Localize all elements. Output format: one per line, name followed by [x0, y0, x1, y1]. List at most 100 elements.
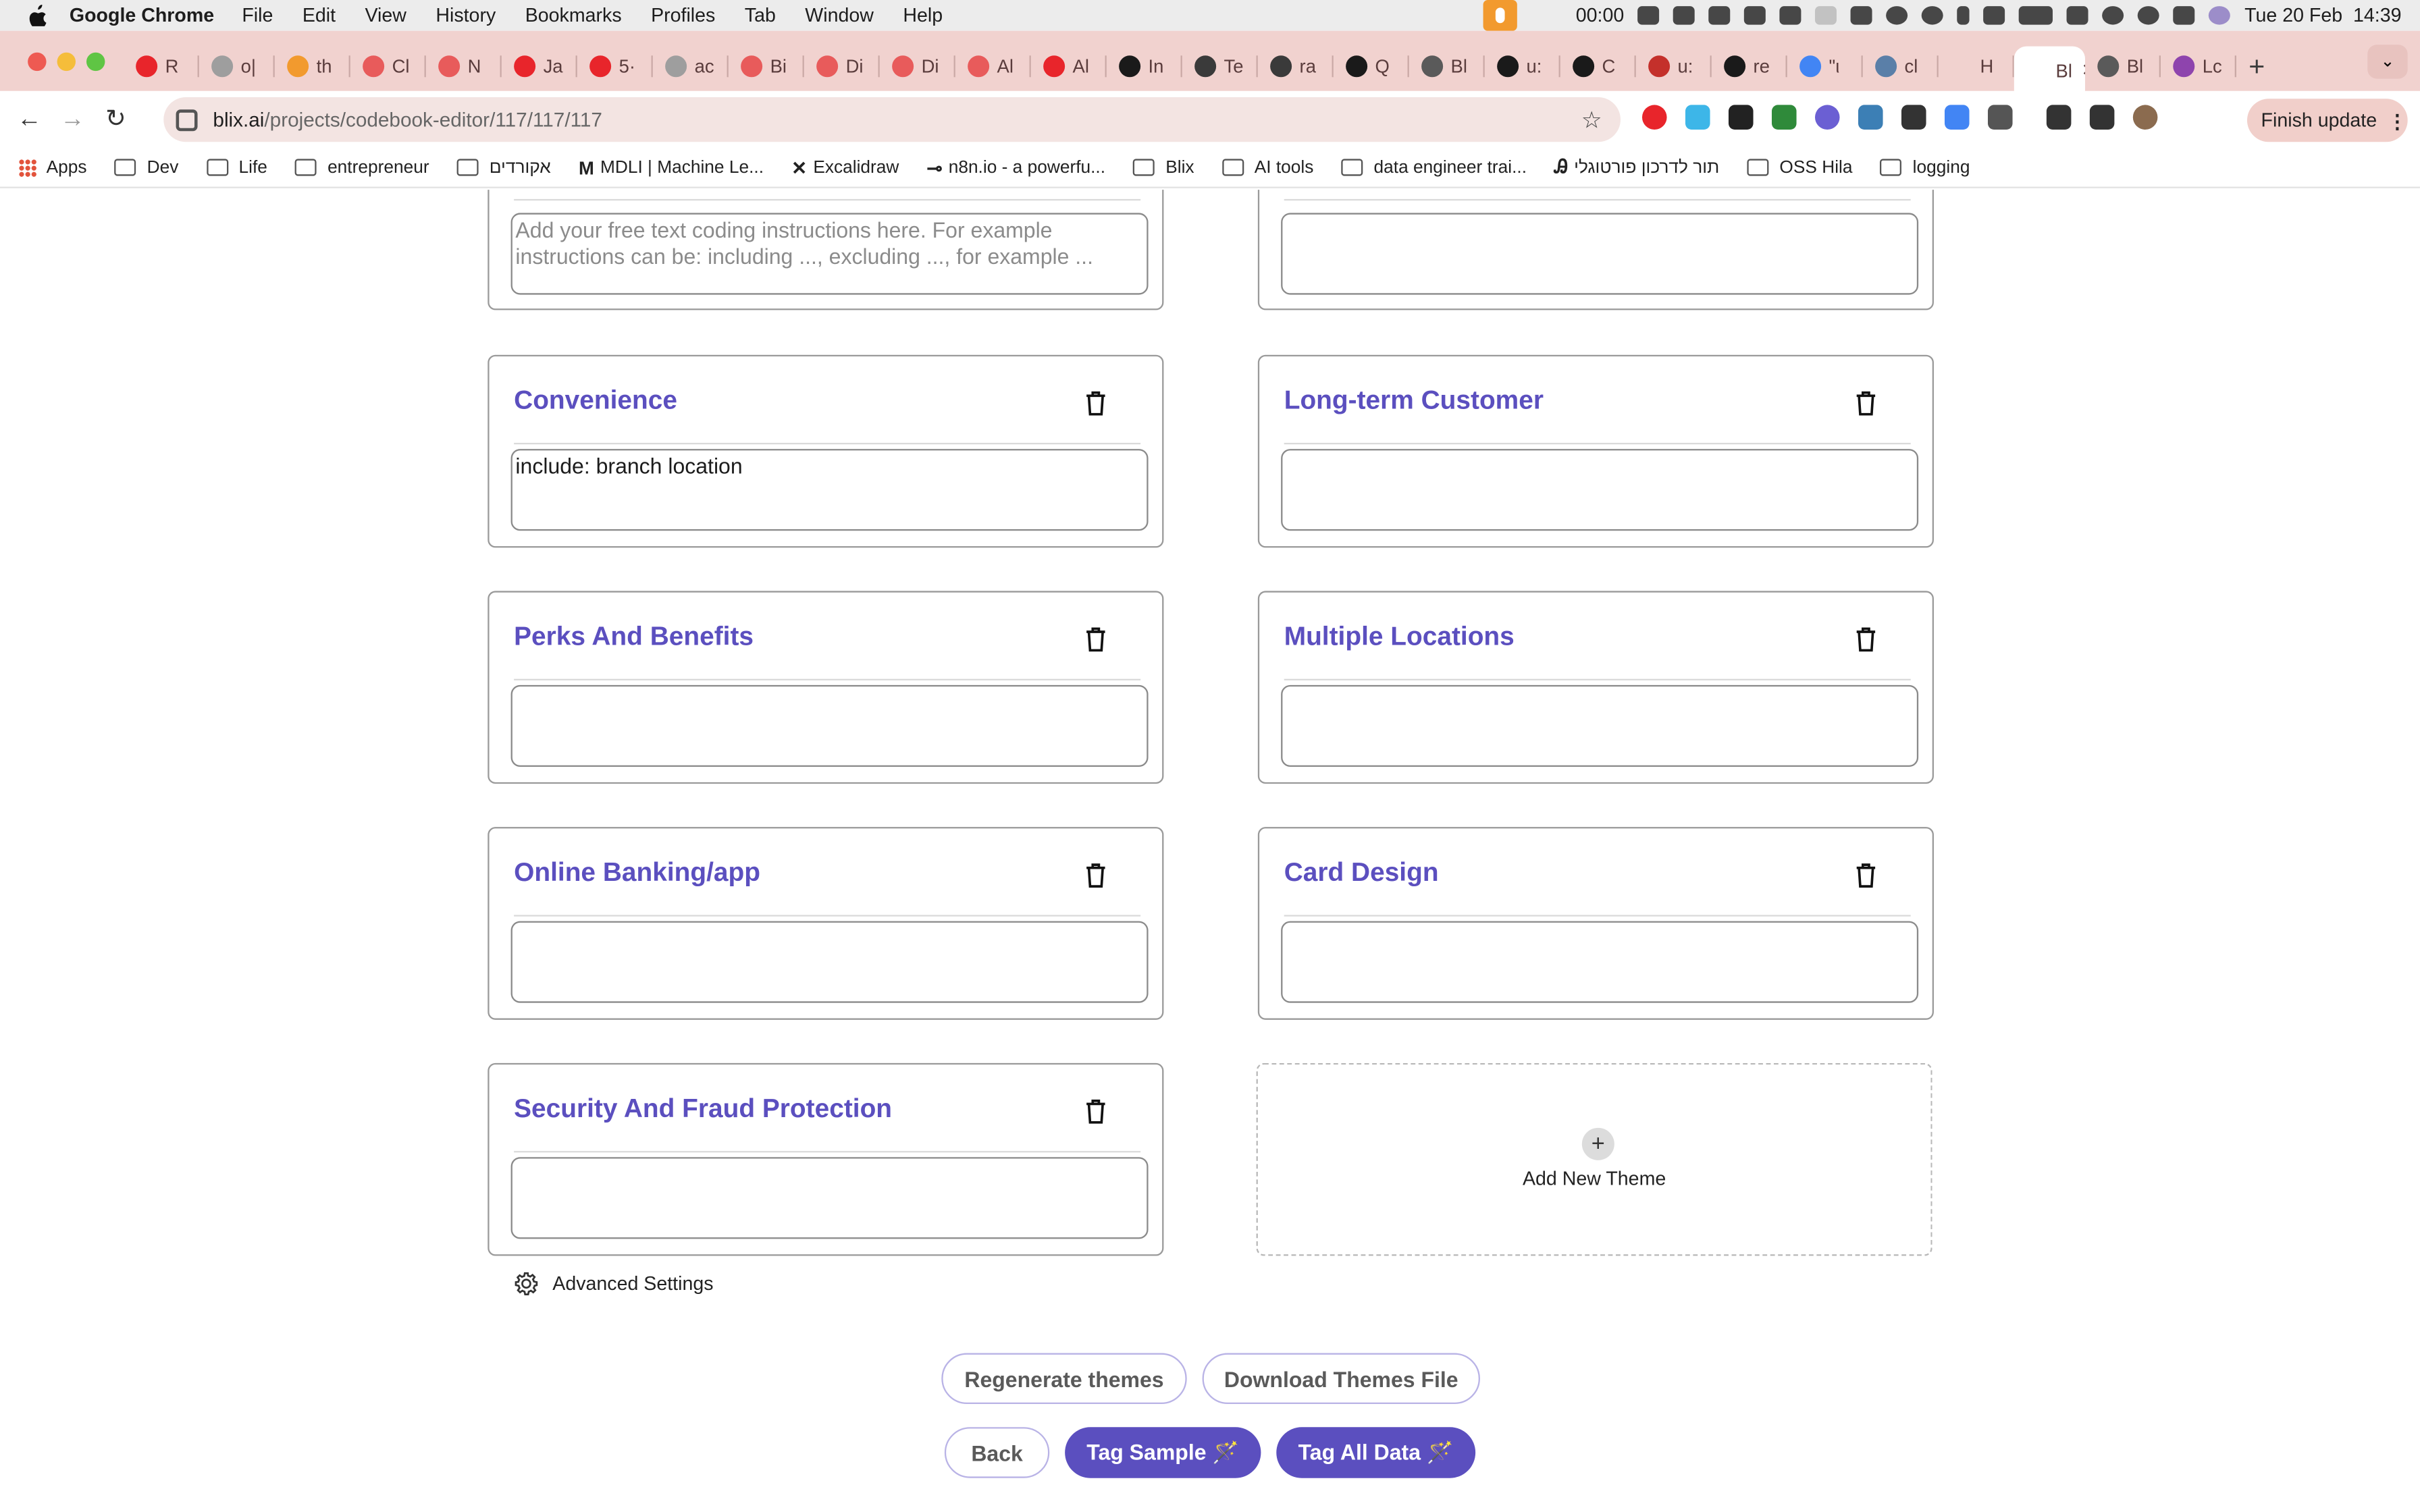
- browser-tab[interactable]: Cl: [350, 47, 426, 86]
- battery-icon[interactable]: [2019, 6, 2053, 25]
- browser-tab[interactable]: N: [426, 47, 502, 86]
- bookmark-item[interactable]: OSS Hila: [1747, 158, 1853, 177]
- finish-update-button[interactable]: Finish update ⋮: [2246, 99, 2408, 142]
- notion-icon[interactable]: [1673, 6, 1695, 25]
- menu-datetime[interactable]: Tue 20 Feb 14:39: [2244, 5, 2401, 26]
- sidebar-icon[interactable]: [1744, 6, 1766, 25]
- download-icon[interactable]: [2046, 105, 2072, 130]
- browser-tab[interactable]: Bl: [2085, 47, 2161, 86]
- opera-icon[interactable]: [1641, 105, 1667, 130]
- browser-tab[interactable]: Lc: [2161, 47, 2236, 86]
- bookmark-item[interactable]: ✕ Excalidraw: [791, 157, 899, 178]
- bookmark-item[interactable]: M MDLI | Machine Le...: [579, 157, 764, 178]
- bookmark-item[interactable]: AI tools: [1221, 158, 1313, 177]
- bookmark-item[interactable]: Ꭿ תור לדרכון פורטוגלי: [1554, 156, 1719, 179]
- kebab-menu-icon[interactable]: ⋮: [2388, 109, 2407, 132]
- theme-title[interactable]: Convenience: [514, 385, 677, 416]
- menu-view[interactable]: View: [365, 5, 406, 26]
- add-new-theme-button[interactable]: + Add New Theme: [1256, 1062, 1932, 1256]
- browser-tab[interactable]: th: [275, 47, 350, 86]
- bookmark-item[interactable]: Blix: [1133, 158, 1194, 177]
- browser-tab[interactable]: Te: [1182, 47, 1258, 86]
- trash-icon[interactable]: [1085, 390, 1107, 416]
- menu-file[interactable]: File: [242, 5, 273, 26]
- bookmark-item[interactable]: ⊸ n8n.io - a powerfu...: [927, 157, 1105, 178]
- address-bar[interactable]: blix.ai/projects/codebook-editor/117/117…: [163, 97, 1621, 142]
- status-icon[interactable]: [1708, 6, 1731, 25]
- extension-icon[interactable]: [1771, 105, 1797, 130]
- user-icon[interactable]: [2102, 6, 2124, 25]
- browser-tab[interactable]: Bi: [729, 47, 804, 86]
- menu-window[interactable]: Window: [805, 5, 874, 26]
- theme-title[interactable]: Perks And Benefits: [514, 622, 754, 653]
- trash-icon[interactable]: [1085, 863, 1107, 889]
- instructions-textarea[interactable]: [1281, 213, 1919, 295]
- browser-tab[interactable]: ra: [1258, 47, 1334, 86]
- bookmark-item[interactable]: logging: [1880, 158, 1970, 177]
- advanced-settings-toggle[interactable]: Advanced Settings: [512, 1270, 714, 1297]
- browser-tab[interactable]: H: [1939, 47, 2014, 86]
- extension-icon[interactable]: [1685, 105, 1710, 130]
- bookmark-star-icon[interactable]: ☆: [1581, 107, 1602, 134]
- bookmark-item[interactable]: Dev: [114, 158, 178, 177]
- close-window-button[interactable]: [28, 52, 47, 72]
- react-icon[interactable]: [1858, 105, 1883, 130]
- menu-tab[interactable]: Tab: [745, 5, 776, 26]
- instructions-textarea[interactable]: Add your free text coding instructions h…: [510, 213, 1149, 295]
- trash-icon[interactable]: [1855, 626, 1876, 653]
- forward-arrow-icon[interactable]: →: [59, 106, 86, 134]
- play-icon[interactable]: [1922, 6, 1944, 25]
- bluetooth-icon[interactable]: [1957, 6, 1970, 25]
- download-themes-file-button[interactable]: Download Themes File: [1202, 1353, 1480, 1404]
- tag-all-data-button[interactable]: Tag All Data 🪄: [1276, 1427, 1476, 1478]
- browser-tab-active[interactable]: Bl✕: [2014, 46, 2085, 94]
- browser-tab[interactable]: Di: [804, 47, 880, 86]
- minimize-window-button[interactable]: [57, 52, 76, 72]
- notion-icon[interactable]: [1728, 105, 1754, 130]
- wifi-icon[interactable]: [2067, 6, 2089, 25]
- bookmark-item[interactable]: Apps: [18, 158, 86, 177]
- side-panel-icon[interactable]: [2089, 105, 2115, 130]
- browser-tab[interactable]: In: [1107, 47, 1182, 86]
- trash-icon[interactable]: [1855, 390, 1876, 416]
- browser-tab[interactable]: u:: [1636, 47, 1712, 86]
- apple-icon[interactable]: [26, 4, 48, 26]
- browser-tab[interactable]: Di: [880, 47, 955, 86]
- browser-tab[interactable]: R: [124, 47, 199, 86]
- accessibility-icon[interactable]: [1886, 6, 1908, 25]
- extension-icon[interactable]: [1901, 105, 1926, 130]
- weather-icon[interactable]: [1780, 6, 1802, 25]
- browser-tab[interactable]: C: [1560, 47, 1636, 86]
- tab-search-button[interactable]: ⌄: [2367, 45, 2408, 79]
- control-center-icon[interactable]: [2173, 6, 2195, 25]
- menu-app-name[interactable]: Google Chrome: [70, 5, 214, 26]
- menu-profiles[interactable]: Profiles: [651, 5, 715, 26]
- trash-icon[interactable]: [1085, 626, 1107, 653]
- tag-sample-button[interactable]: Tag Sample 🪄: [1065, 1427, 1261, 1478]
- browser-tab[interactable]: Ja: [502, 47, 577, 86]
- back-button[interactable]: Back: [944, 1427, 1050, 1478]
- regenerate-themes-button[interactable]: Regenerate themes: [941, 1353, 1187, 1404]
- browser-tab[interactable]: 5·: [577, 47, 653, 86]
- profile-avatar[interactable]: [2132, 105, 2158, 130]
- maximize-window-button[interactable]: [86, 52, 105, 72]
- address-url[interactable]: blix.ai/projects/codebook-editor/117/117…: [213, 108, 602, 131]
- search-icon[interactable]: [2138, 6, 2160, 25]
- instructions-textarea[interactable]: [1281, 921, 1919, 1003]
- browser-tab[interactable]: Al: [955, 47, 1031, 86]
- instructions-textarea[interactable]: include: branch location: [510, 449, 1149, 531]
- menu-help[interactable]: Help: [903, 5, 943, 26]
- reload-icon[interactable]: ↻: [102, 106, 130, 134]
- theme-title[interactable]: Multiple Locations: [1284, 622, 1515, 653]
- glasses-icon[interactable]: [1851, 6, 1873, 25]
- bookmark-item[interactable]: data engineer trai...: [1341, 158, 1527, 177]
- back-arrow-icon[interactable]: ←: [16, 106, 43, 134]
- browser-tab[interactable]: cl: [1863, 47, 1939, 86]
- menu-edit[interactable]: Edit: [302, 5, 336, 26]
- extension-icon[interactable]: [1814, 105, 1840, 130]
- browser-tab[interactable]: Bl: [1409, 47, 1485, 86]
- browser-tab[interactable]: Q: [1334, 47, 1409, 86]
- puzzle-icon[interactable]: [1987, 105, 2013, 130]
- browser-tab[interactable]: u:: [1485, 47, 1560, 86]
- bookmark-item[interactable]: אקורדים: [456, 158, 551, 177]
